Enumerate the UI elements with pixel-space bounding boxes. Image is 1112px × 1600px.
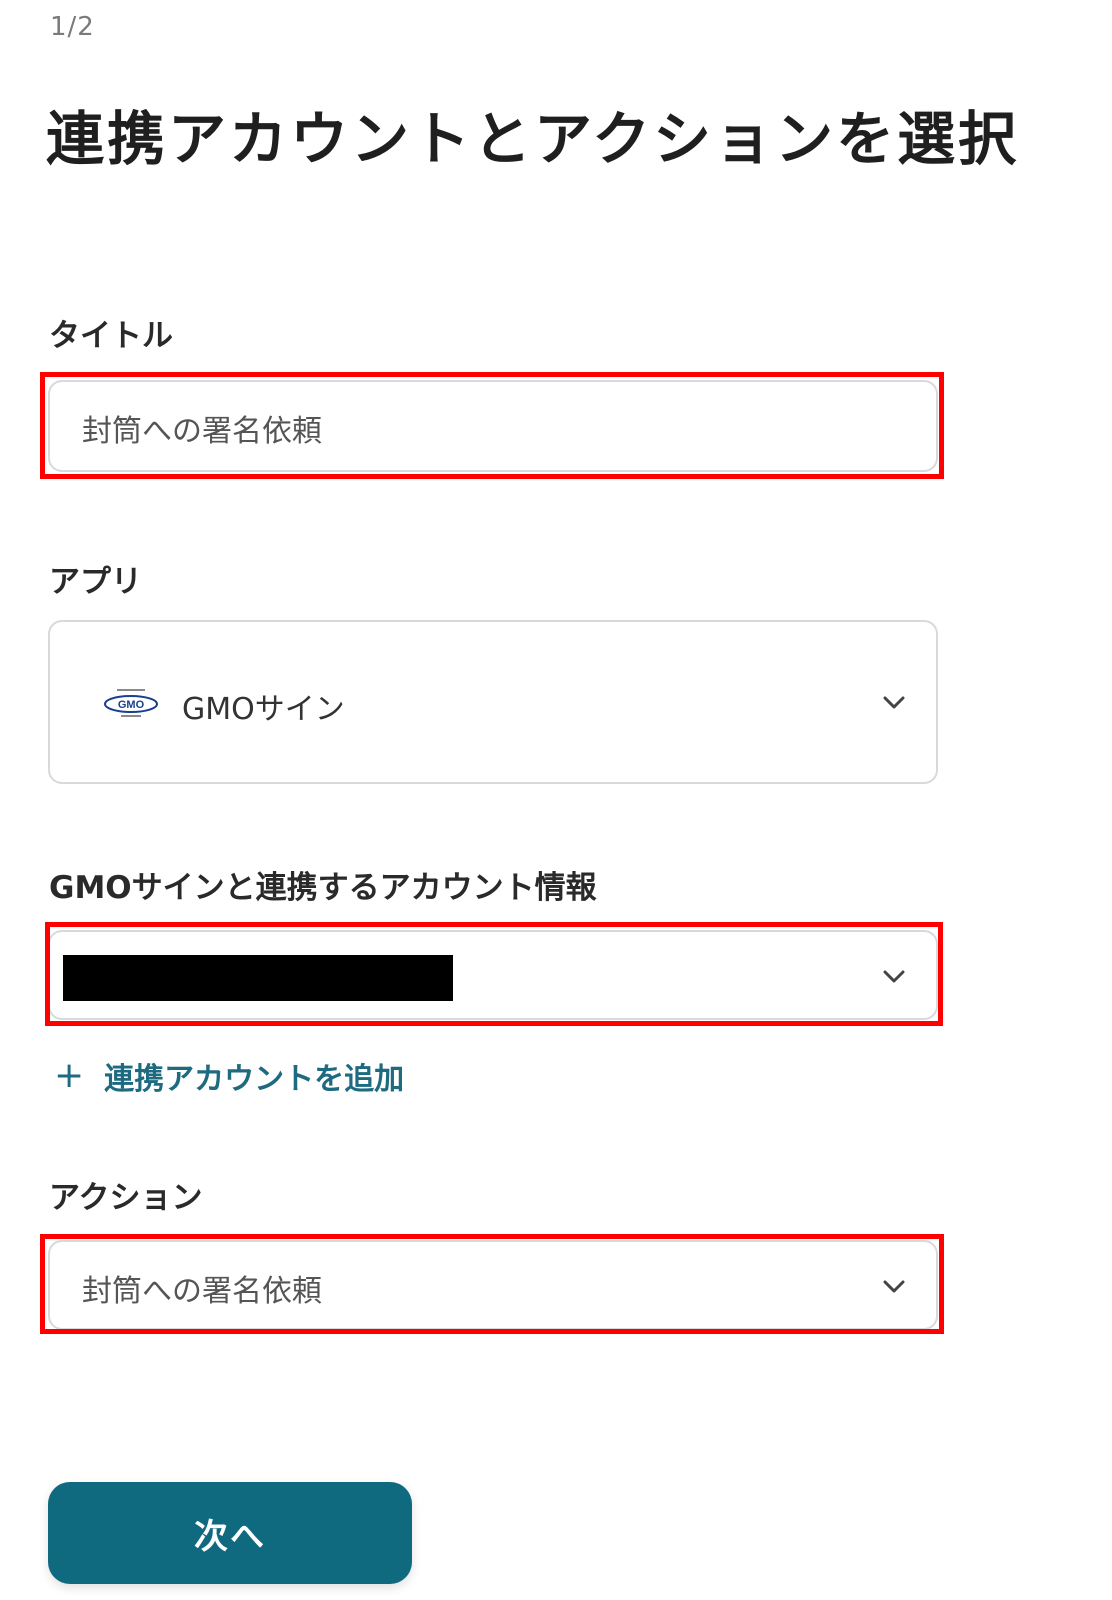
app-select-value: GMOサイン bbox=[182, 692, 345, 727]
chevron-down-icon bbox=[883, 1280, 905, 1293]
title-input[interactable]: 封筒への署名依頼 bbox=[48, 380, 938, 472]
app-field-label: アプリ bbox=[49, 564, 142, 600]
chevron-down-icon bbox=[883, 970, 905, 983]
title-input-value: 封筒への署名依頼 bbox=[82, 414, 322, 449]
app-select[interactable]: GMOサイン bbox=[48, 620, 938, 784]
step-indicator: 1/2 bbox=[50, 12, 95, 42]
add-account-link[interactable]: + 連携アカウントを追加 bbox=[54, 1054, 404, 1098]
page-title: 連携アカウントとアクションを選択 bbox=[46, 105, 1020, 173]
title-field-label: タイトル bbox=[49, 318, 173, 354]
action-select[interactable]: 封筒への署名依頼 bbox=[48, 1240, 938, 1330]
plus-icon: + bbox=[54, 1055, 85, 1096]
redacted-account-info bbox=[63, 955, 453, 1001]
action-field-label: アクション bbox=[49, 1180, 203, 1216]
svg-text:GMO: GMO bbox=[118, 699, 145, 711]
gmo-sign-logo-icon: GMO bbox=[104, 689, 158, 717]
action-select-value: 封筒への署名依頼 bbox=[82, 1274, 322, 1309]
chevron-down-icon bbox=[883, 696, 905, 709]
add-account-label: 連携アカウントを追加 bbox=[104, 1062, 405, 1097]
account-field-label: GMOサインと連携するアカウント情報 bbox=[49, 870, 597, 906]
next-button[interactable]: 次へ bbox=[48, 1482, 412, 1584]
